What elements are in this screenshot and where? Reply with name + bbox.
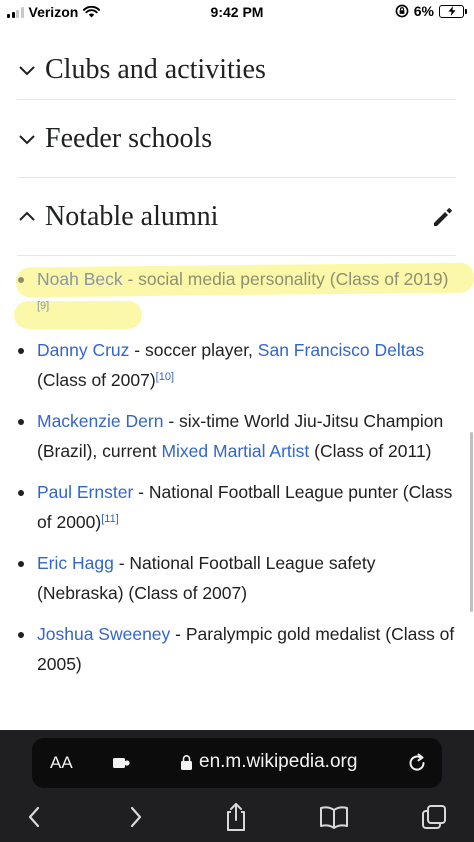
reference-link[interactable]: [11] bbox=[101, 513, 119, 525]
alumni-description: (Class of 2011) bbox=[309, 441, 432, 461]
status-bar: Verizon 9:42 PM 6% bbox=[0, 0, 474, 24]
alumni-list: Noah Beck - social media personality (Cl… bbox=[18, 264, 458, 690]
back-button[interactable] bbox=[19, 802, 49, 832]
text-size-button[interactable]: AA bbox=[50, 753, 73, 773]
chevron-right-icon bbox=[130, 806, 142, 828]
article-content: Clubs and activities Feeder schools Nota… bbox=[0, 24, 474, 730]
alumni-description: - soccer player, bbox=[129, 340, 258, 360]
battery-charging-icon bbox=[439, 4, 467, 18]
alumni-description: - social media personality (Class of 201… bbox=[122, 269, 449, 289]
reference-link[interactable]: [9] bbox=[37, 300, 49, 312]
tabs-icon bbox=[422, 805, 446, 829]
edit-pencil-icon[interactable] bbox=[430, 204, 456, 230]
alumni-link-noah-beck[interactable]: Noah Beck bbox=[37, 269, 123, 289]
reload-icon[interactable] bbox=[406, 752, 428, 774]
chevron-down-icon bbox=[19, 65, 35, 75]
tabs-button[interactable] bbox=[419, 802, 449, 832]
bottom-toolbar bbox=[0, 800, 474, 834]
link-san-francisco-deltas[interactable]: San Francisco Deltas bbox=[258, 340, 424, 360]
chevron-up-icon bbox=[19, 211, 35, 221]
section-notable-alumni[interactable]: Notable alumni bbox=[17, 178, 456, 256]
bookmarks-button[interactable] bbox=[319, 802, 349, 832]
list-item: Joshua Sweeney - Paralympic gold medalis… bbox=[18, 619, 458, 679]
alumni-link-joshua-sweeney[interactable]: Joshua Sweeney bbox=[37, 624, 170, 644]
alumni-description: (Class of 2007) bbox=[37, 370, 156, 390]
list-item: Paul Ernster - National Football League … bbox=[18, 477, 458, 537]
status-right: 6% bbox=[395, 3, 467, 19]
list-item: Noah Beck - social media personality (Cl… bbox=[18, 264, 458, 324]
extension-puzzle-icon[interactable] bbox=[112, 755, 132, 771]
book-icon bbox=[320, 806, 348, 829]
alumni-link-danny-cruz[interactable]: Danny Cruz bbox=[37, 340, 129, 360]
link-mixed-martial-artist[interactable]: Mixed Martial Artist bbox=[161, 441, 309, 461]
forward-button[interactable] bbox=[121, 802, 151, 832]
alumni-link-eric-hagg[interactable]: Eric Hagg bbox=[37, 553, 114, 573]
chevron-down-icon bbox=[19, 134, 35, 144]
scrollbar[interactable] bbox=[470, 432, 473, 612]
list-item: Mackenzie Dern - six-time World Jiu-Jits… bbox=[18, 406, 458, 466]
alumni-link-mackenzie-dern[interactable]: Mackenzie Dern bbox=[37, 411, 163, 431]
reference-link[interactable]: [10] bbox=[156, 371, 174, 383]
list-item: Danny Cruz - soccer player, San Francisc… bbox=[18, 335, 458, 395]
section-title: Notable alumni bbox=[45, 200, 219, 232]
section-clubs-and-activities[interactable]: Clubs and activities bbox=[17, 40, 456, 100]
share-button[interactable] bbox=[221, 802, 251, 832]
chevron-left-icon bbox=[28, 806, 40, 828]
share-icon bbox=[227, 803, 245, 831]
address-bar[interactable]: AA en.m.wikipedia.org bbox=[32, 738, 442, 788]
section-title: Feeder schools bbox=[45, 122, 213, 154]
section-title: Clubs and activities bbox=[45, 53, 266, 85]
aa-label: AA bbox=[50, 753, 73, 772]
rotation-lock-icon bbox=[395, 4, 409, 18]
battery-percent: 6% bbox=[413, 3, 434, 19]
list-item: Eric Hagg - National Football League saf… bbox=[18, 548, 458, 608]
alumni-link-paul-ernster[interactable]: Paul Ernster bbox=[37, 482, 133, 502]
section-feeder-schools[interactable]: Feeder schools bbox=[17, 100, 456, 178]
lock-icon bbox=[181, 755, 192, 770]
browser-chrome: AA en.m.wikipedia.org bbox=[0, 730, 474, 842]
url-text: en.m.wikipedia.org bbox=[199, 751, 358, 772]
